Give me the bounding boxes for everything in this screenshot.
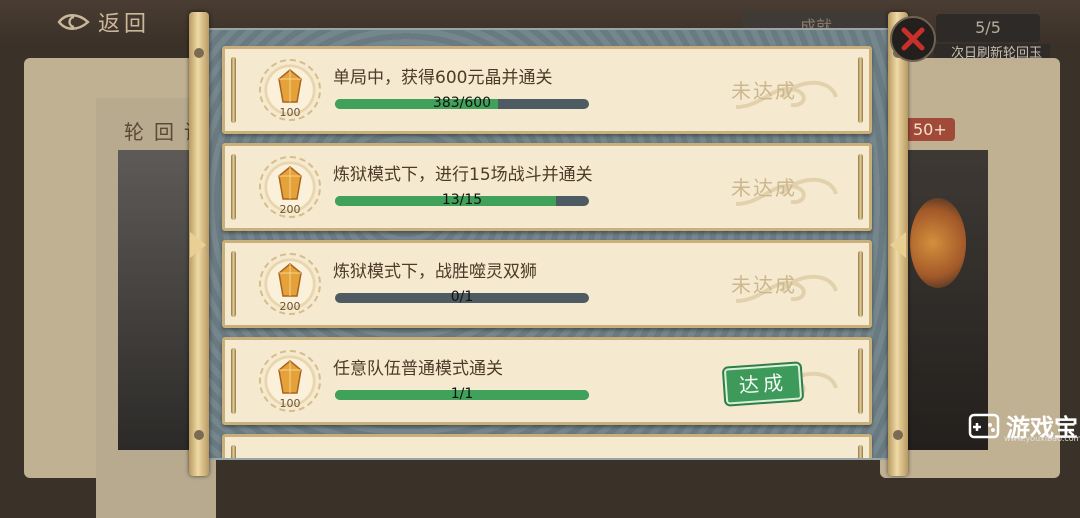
progress-text: 0/1 [450, 289, 474, 305]
close-button[interactable] [890, 16, 936, 62]
progress-text: 1/1 [450, 386, 474, 402]
crystal-icon [278, 263, 302, 297]
task-card: 100 单局中，获得600元晶并通关 383/600 未达成 [222, 46, 872, 134]
task-card-partial [222, 434, 872, 458]
reward-amount: 100 [279, 106, 301, 119]
reward-amount: 200 [279, 300, 301, 313]
progress-text: 13/15 [441, 192, 483, 208]
left-arrow-icon[interactable] [190, 232, 206, 258]
back-button[interactable]: 返回 [56, 6, 150, 38]
task-scroll[interactable]: 100 单局中，获得600元晶并通关 383/600 未达成 200 炼狱模式下… [196, 28, 896, 460]
reward-amount: 100 [279, 397, 301, 410]
status-label: 未达成 [731, 273, 797, 297]
completed-stamp: 达成 [723, 363, 803, 405]
count-badge: 50+ [905, 118, 955, 141]
right-arrow-icon[interactable] [890, 232, 906, 258]
reward-badge: 200 [259, 253, 321, 319]
reward-badge: 100 [259, 59, 321, 125]
task-card: 100 任意队伍普通模式通关 1/1 达成 [222, 337, 872, 425]
reward-badge: 200 [259, 156, 321, 222]
watermark-url: www.youxibao.com [1004, 434, 1080, 443]
crystal-icon [278, 360, 302, 394]
progress-text: 383/600 [432, 95, 492, 111]
reward-amount: 200 [279, 203, 301, 216]
watermark: 游戏宝 www.youxibao.com [968, 408, 1080, 443]
status-label: 未达成 [731, 176, 797, 200]
reward-badge: 100 [259, 350, 321, 416]
close-icon [901, 27, 925, 51]
task-description: 炼狱模式下，战胜噬灵双狮 [333, 262, 537, 282]
crystal-icon [278, 69, 302, 103]
orb-icon [910, 198, 966, 288]
task-card: 200 炼狱模式下，战胜噬灵双狮 0/1 未达成 [222, 240, 872, 328]
status-label: 未达成 [731, 79, 797, 103]
task-card: 200 炼狱模式下，进行15场战斗并通关 13/15 未达成 [222, 143, 872, 231]
task-description: 单局中，获得600元晶并通关 [333, 68, 553, 88]
crystal-icon [278, 166, 302, 200]
task-description: 炼狱模式下，进行15场战斗并通关 [333, 165, 593, 185]
task-description: 任意队伍普通模式通关 [333, 359, 503, 379]
refresh-counter: 5/5 [936, 14, 1040, 42]
back-arrow-icon [56, 11, 90, 33]
gamepad-icon [968, 413, 1000, 438]
back-label: 返回 [98, 12, 151, 37]
